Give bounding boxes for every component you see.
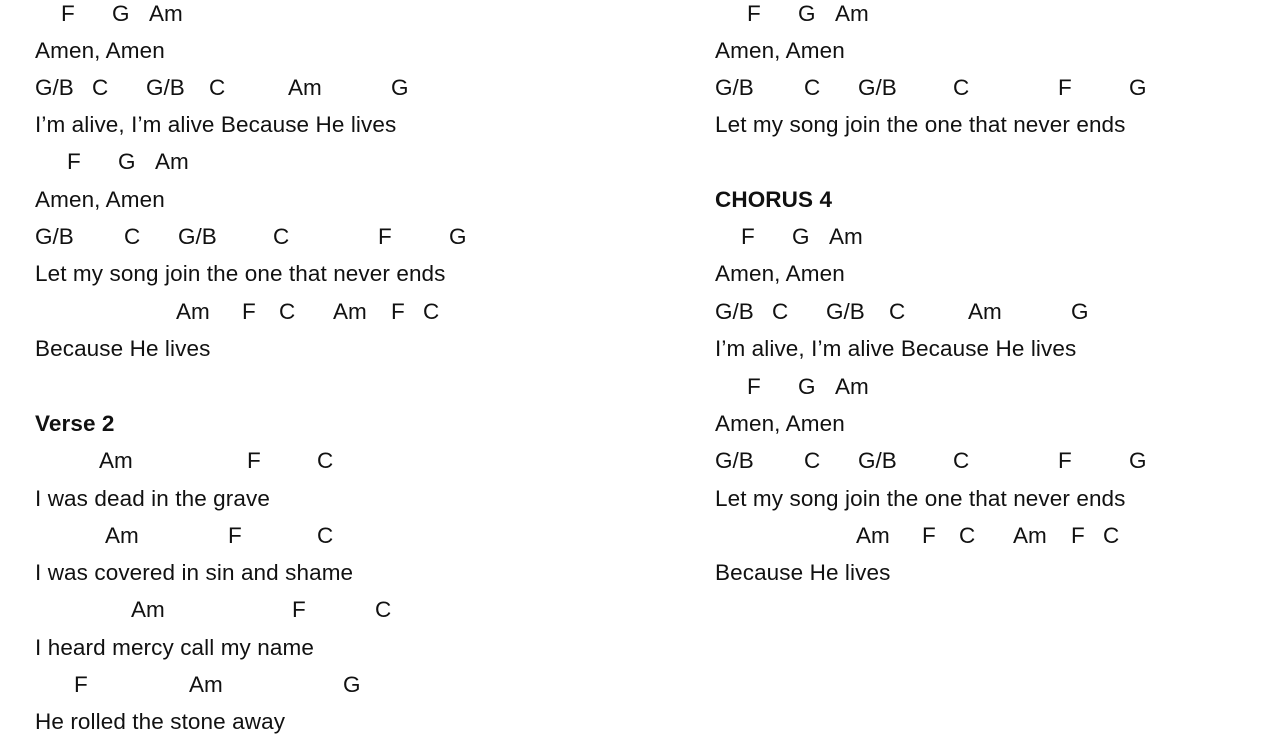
chord: C	[1103, 523, 1120, 548]
chord: C	[953, 75, 970, 100]
chord: C	[953, 448, 970, 473]
chord: G	[1129, 448, 1147, 473]
chord: F	[74, 672, 88, 697]
chord: G/B	[826, 299, 865, 324]
chord: Am	[176, 299, 210, 324]
chord: F	[228, 523, 242, 548]
chord: Am	[835, 374, 869, 399]
right-column: F G Am Amen, Amen G/B C G/B C F G Let my…	[680, 0, 1280, 720]
chord: F	[242, 299, 256, 324]
chord: C	[804, 448, 821, 473]
chord: G	[1129, 75, 1147, 100]
chord: F	[747, 1, 761, 26]
chord: Am	[155, 149, 189, 174]
chord: G	[391, 75, 409, 100]
chord: G	[798, 1, 816, 26]
chord: G/B	[715, 299, 754, 324]
left-column: F G Am Amen, Amen G/B C G/B C Am G I’m a…	[0, 0, 640, 734]
chord: F	[67, 149, 81, 174]
lyric-line: I heard mercy call my name	[35, 635, 314, 660]
chord: Am	[1013, 523, 1047, 548]
lyric-line: I was dead in the grave	[35, 486, 270, 511]
lyric-line: Amen, Amen	[715, 411, 845, 436]
lyric-line: Amen, Amen	[35, 38, 165, 63]
lyric-line: Because He lives	[715, 560, 891, 585]
chord: C	[124, 224, 141, 249]
chord: Am	[856, 523, 890, 548]
chord: C	[279, 299, 296, 324]
chord: G/B	[35, 75, 74, 100]
chord: Am	[968, 299, 1002, 324]
chord: Am	[829, 224, 863, 249]
chord: C	[772, 299, 789, 324]
lyric-line: Let my song join the one that never ends	[35, 261, 446, 286]
lyric-line: He rolled the stone away	[35, 709, 286, 734]
lyric-line: Amen, Amen	[35, 187, 165, 212]
lyric-line: I’m alive, I’m alive Because He lives	[715, 336, 1077, 361]
chord: F	[741, 224, 755, 249]
section-heading: Verse 2	[35, 411, 115, 436]
chord: G/B	[178, 224, 217, 249]
chord: Am	[105, 523, 139, 548]
lyric-line: Because He lives	[35, 336, 211, 361]
chord: C	[317, 448, 334, 473]
chord: G	[112, 1, 130, 26]
chord: G/B	[858, 75, 897, 100]
chord: F	[922, 523, 936, 548]
chord: F	[1058, 448, 1072, 473]
chord: F	[247, 448, 261, 473]
chord: C	[375, 597, 392, 622]
chord: Am	[835, 1, 869, 26]
lyric-line: Let my song join the one that never ends	[715, 112, 1126, 137]
chord: C	[804, 75, 821, 100]
chord: G/B	[35, 224, 74, 249]
chord: C	[959, 523, 976, 548]
chord: C	[209, 75, 226, 100]
chord: Am	[99, 448, 133, 473]
chord: C	[273, 224, 290, 249]
chord: F	[747, 374, 761, 399]
chord: F	[378, 224, 392, 249]
chord: Am	[288, 75, 322, 100]
section-heading: CHORUS 4	[715, 187, 833, 212]
chord: G/B	[858, 448, 897, 473]
chord: G	[1071, 299, 1089, 324]
chord: G	[449, 224, 467, 249]
chord: C	[92, 75, 109, 100]
chord: G/B	[715, 448, 754, 473]
chord: F	[61, 1, 75, 26]
lyric-line: Amen, Amen	[715, 261, 845, 286]
chord: G	[118, 149, 136, 174]
chord: Am	[131, 597, 165, 622]
chord: F	[292, 597, 306, 622]
chord: F	[391, 299, 405, 324]
chord: G	[343, 672, 361, 697]
chord: F	[1071, 523, 1085, 548]
lyric-line: I’m alive, I’m alive Because He lives	[35, 112, 397, 137]
lyric-line: Let my song join the one that never ends	[715, 486, 1126, 511]
chord: G	[798, 374, 816, 399]
chord: G	[792, 224, 810, 249]
chord: Am	[189, 672, 223, 697]
chord: C	[423, 299, 440, 324]
chord: F	[1058, 75, 1072, 100]
chord: Am	[149, 1, 183, 26]
chord: G/B	[146, 75, 185, 100]
chord: C	[317, 523, 334, 548]
chord: Am	[333, 299, 367, 324]
lyric-line: I was covered in sin and shame	[35, 560, 354, 585]
chord: C	[889, 299, 906, 324]
chord: G/B	[715, 75, 754, 100]
lyric-line: Amen, Amen	[715, 38, 845, 63]
